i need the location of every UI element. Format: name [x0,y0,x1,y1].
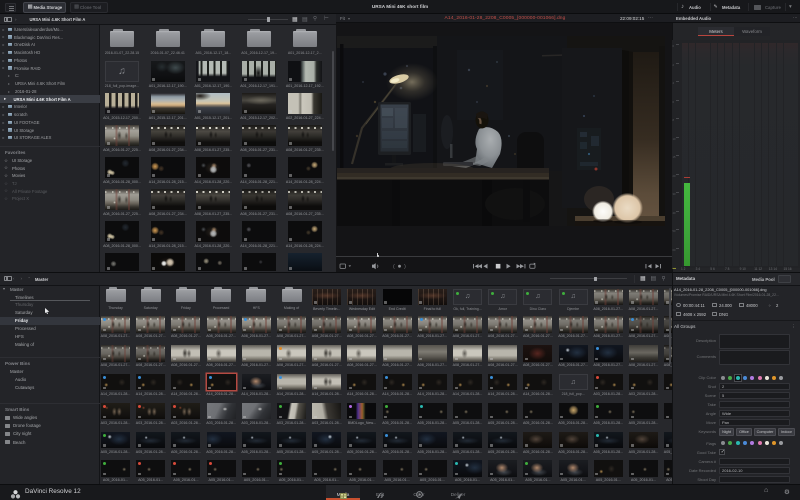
svg-text:(: ( [393,264,395,270]
svg-text:): ) [404,264,406,270]
